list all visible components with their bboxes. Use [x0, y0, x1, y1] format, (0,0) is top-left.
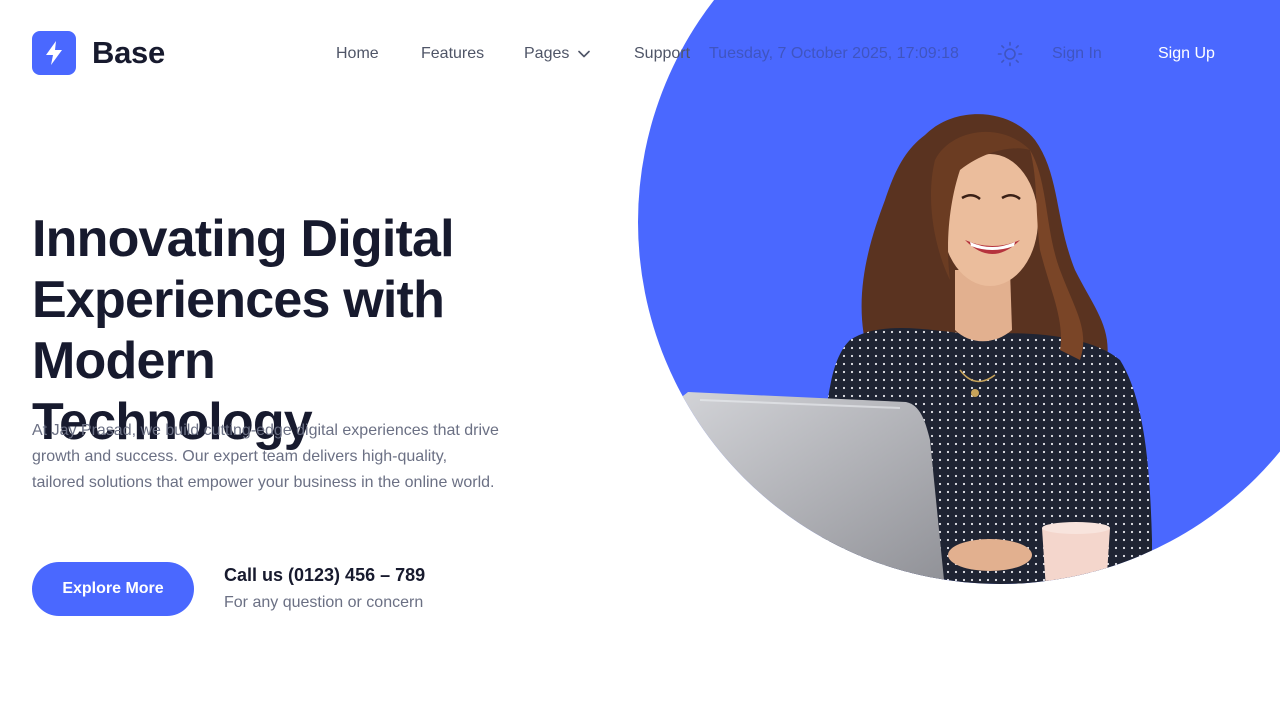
- call-us-text: Call us (0123) 456 – 789: [224, 565, 426, 585]
- hero-headline: Innovating Digital Experiences with Mode…: [32, 209, 632, 453]
- brand-name: Base: [92, 35, 165, 70]
- woman-laughing-with-laptop-photo: [640, 114, 1152, 584]
- nav-home[interactable]: Home: [336, 43, 379, 65]
- lightning-bolt-icon: [32, 31, 76, 75]
- brand-logo[interactable]: Base: [32, 31, 165, 75]
- call-us-subtext: For any question or concern: [224, 594, 424, 611]
- hero-headline-line-2: Experiences with Modern: [32, 271, 445, 390]
- nav-features[interactable]: Features: [421, 43, 484, 65]
- nav-pages[interactable]: Pages: [524, 43, 591, 65]
- explore-more-button[interactable]: Explore More: [32, 562, 194, 616]
- hero-description: At Jay Prasad, we build cutting-edge dig…: [32, 422, 499, 491]
- chevron-down-icon: [578, 50, 591, 58]
- hero-headline-line-1: Innovating Digital: [32, 210, 455, 268]
- nav-pages-label: Pages: [524, 45, 570, 62]
